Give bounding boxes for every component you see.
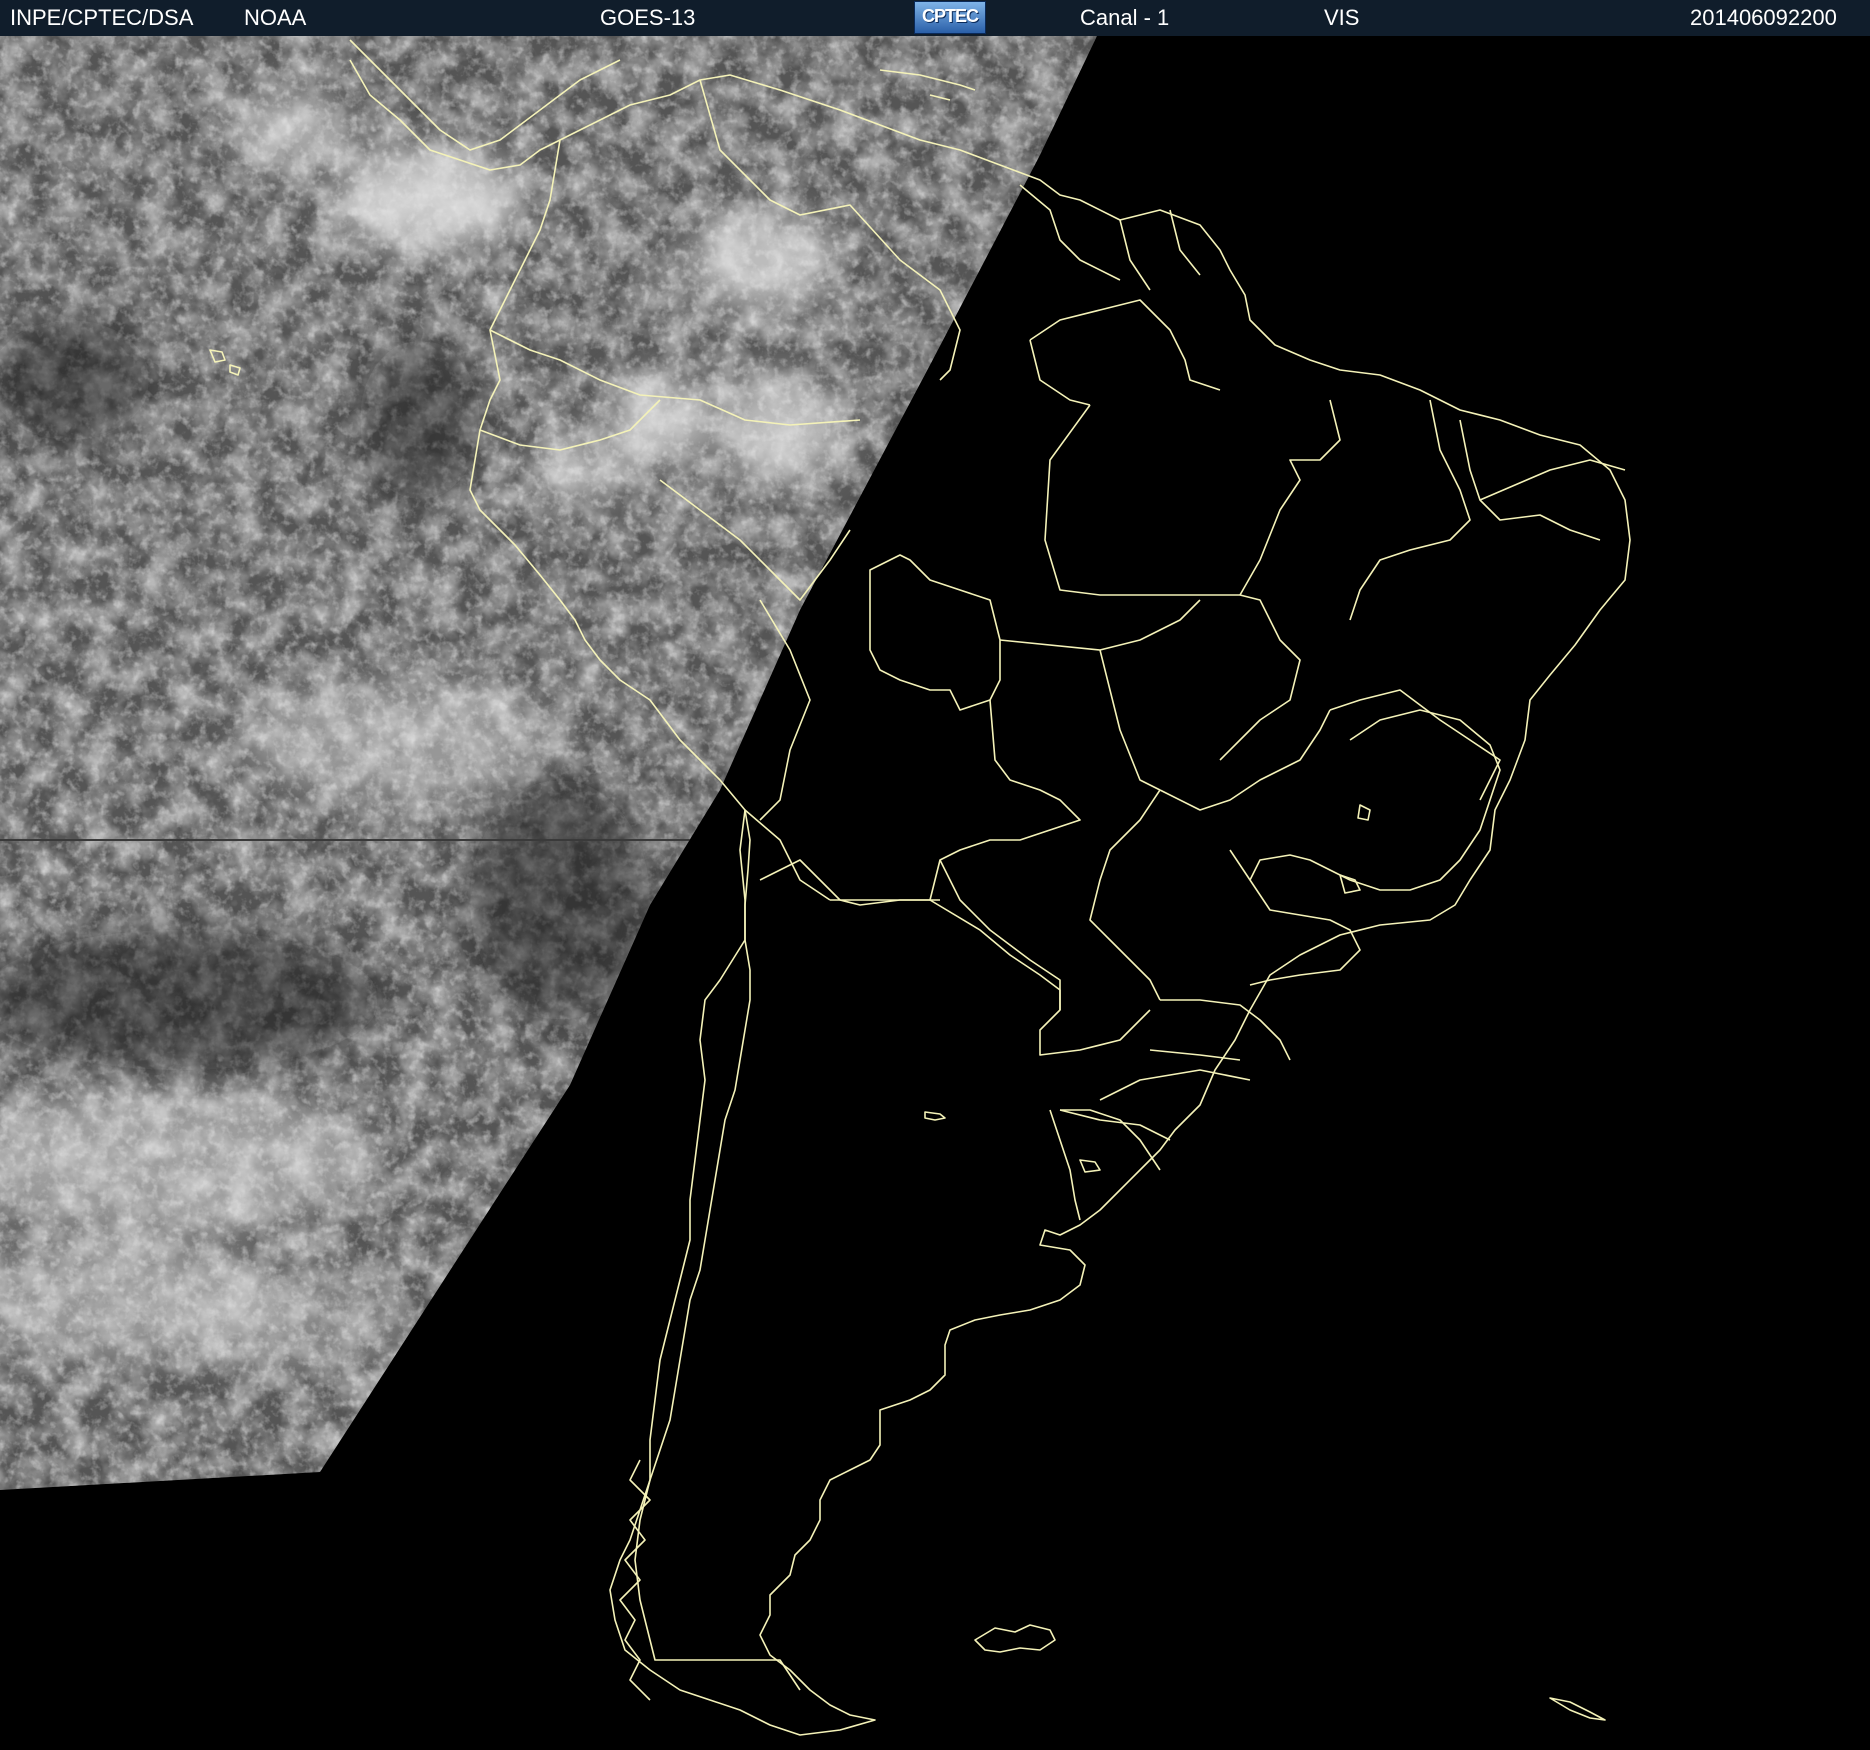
channel-label: Canal - 1 (1080, 5, 1170, 30)
satellite-map (0, 36, 1870, 1750)
satellite-label: GOES-13 (600, 5, 696, 30)
provider-label: NOAA (244, 5, 307, 30)
timestamp-label: 201406092200 (1690, 5, 1837, 30)
cptec-logo-text: CPTEC (921, 6, 979, 26)
band-label: VIS (1324, 5, 1360, 30)
cptec-logo: CPTEC (914, 1, 986, 34)
agency-label: INPE/CPTEC/DSA (10, 5, 194, 30)
image-header-bar: INPE/CPTEC/DSA NOAA GOES-13 CPTEC Canal … (0, 0, 1870, 36)
